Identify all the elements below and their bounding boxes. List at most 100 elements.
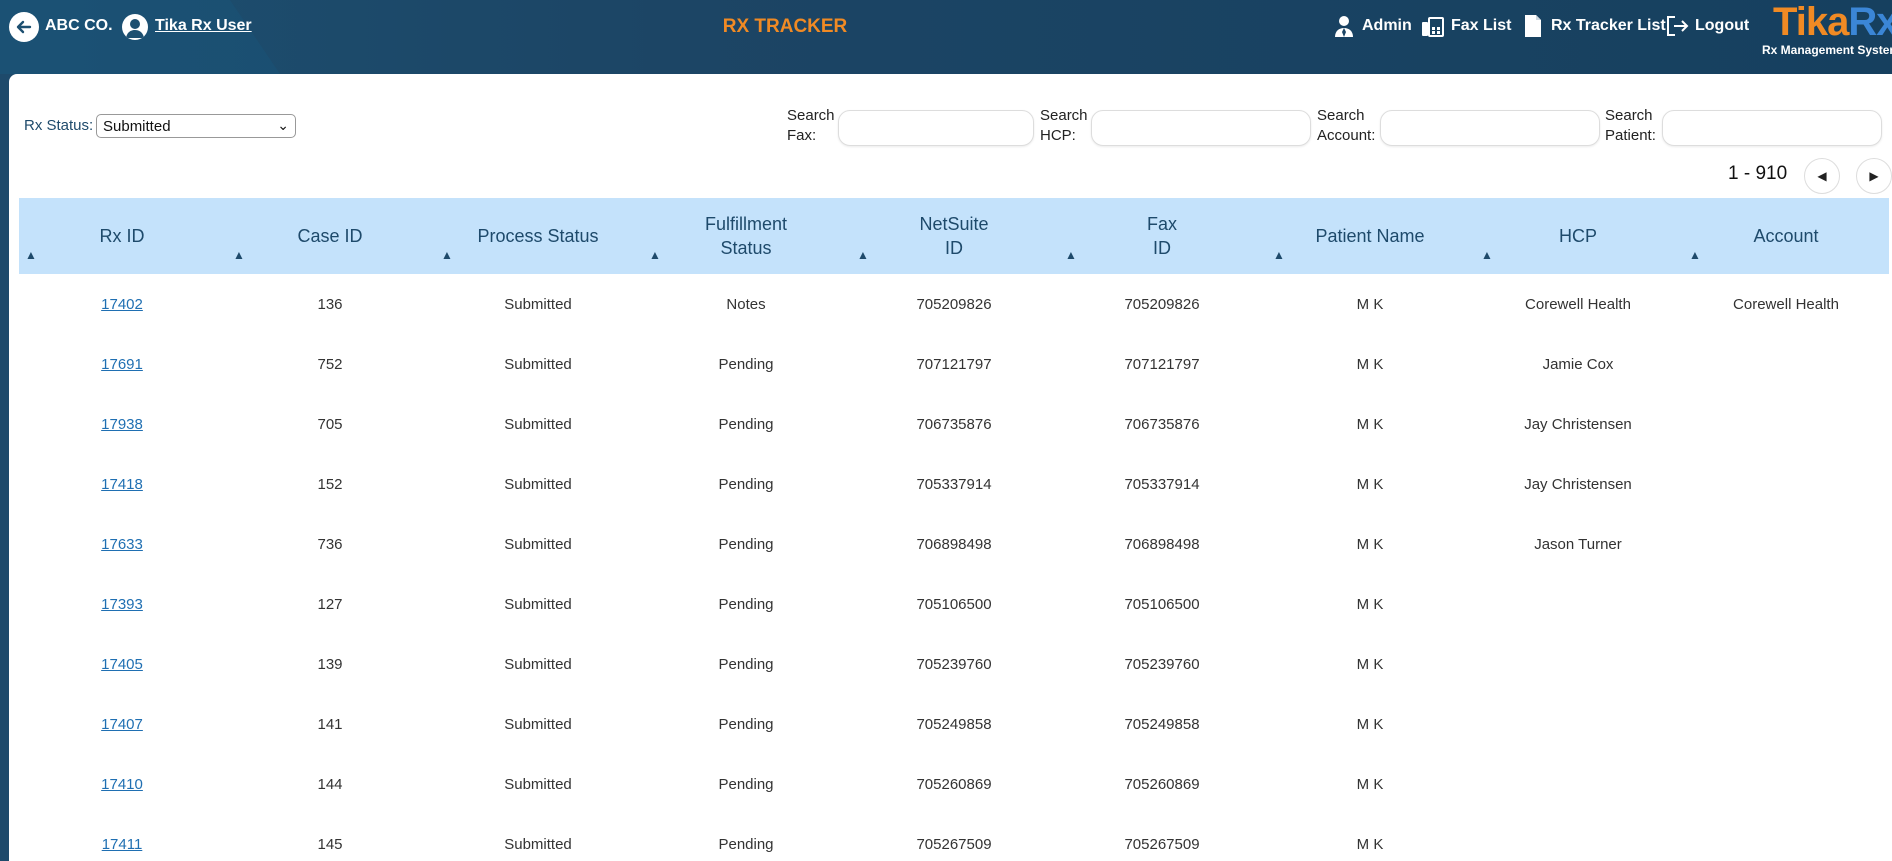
column-header-fax-id[interactable]: Fax ID bbox=[1107, 198, 1217, 274]
sort-ascending-icon[interactable]: ▲ bbox=[1065, 248, 1077, 262]
page-title: RX TRACKER bbox=[722, 16, 848, 37]
table-cell: M K bbox=[1356, 415, 1384, 433]
nav-fax-list[interactable]: Fax List bbox=[1421, 14, 1511, 38]
table-cell: Submitted bbox=[504, 355, 572, 373]
table-cell bbox=[1478, 574, 1678, 634]
table-cell: 145 bbox=[317, 835, 343, 853]
rx-id-link[interactable]: 17938 bbox=[22, 394, 222, 454]
sort-ascending-icon[interactable]: ▲ bbox=[857, 248, 869, 262]
rx-id-link[interactable]: 17405 bbox=[22, 634, 222, 694]
table-cell bbox=[1686, 334, 1886, 394]
rx-status-label: Rx Status: bbox=[24, 117, 94, 134]
table-cell: 136 bbox=[317, 295, 343, 313]
table-cell: 707121797 bbox=[916, 355, 992, 373]
table-cell: 705260869 bbox=[1124, 775, 1200, 793]
rx-status-value: Submitted bbox=[103, 117, 171, 135]
column-header-fulfillment-status[interactable]: Fulfillment Status bbox=[691, 198, 801, 274]
nav-admin[interactable]: Admin bbox=[1332, 14, 1412, 38]
sort-ascending-icon[interactable]: ▲ bbox=[1481, 248, 1493, 262]
back-arrow-icon[interactable] bbox=[9, 12, 39, 42]
sort-ascending-icon[interactable]: ▲ bbox=[25, 248, 37, 262]
table-cell: Pending bbox=[718, 415, 774, 433]
search-fax-input[interactable] bbox=[838, 110, 1034, 146]
table-row: 17418 152 Submitted Pending 705337914 7053379… bbox=[19, 454, 1889, 514]
table-cell: 706898498 bbox=[1124, 535, 1200, 553]
table-cell: 752 bbox=[317, 355, 343, 373]
table-cell: 705239760 bbox=[916, 655, 992, 673]
rx-id-link[interactable]: 17691 bbox=[22, 334, 222, 394]
document-icon bbox=[1525, 15, 1541, 37]
table-cell bbox=[1686, 694, 1886, 754]
table-cell: 144 bbox=[317, 775, 343, 793]
column-header-case-id[interactable]: Case ID bbox=[240, 198, 420, 274]
rx-id-link[interactable]: 17418 bbox=[22, 454, 222, 514]
table-row: 17402 136 Submitted Notes 705209826 705209826… bbox=[19, 274, 1889, 334]
table-cell: M K bbox=[1356, 535, 1384, 553]
fax-icon bbox=[1422, 17, 1444, 37]
table-cell: M K bbox=[1356, 655, 1384, 673]
chevron-down-icon: ⌄ bbox=[277, 117, 289, 133]
rx-id-link[interactable]: 17393 bbox=[22, 574, 222, 634]
table-cell bbox=[1478, 634, 1678, 694]
user-avatar-icon bbox=[122, 14, 148, 40]
column-header-patient-name[interactable]: Patient Name bbox=[1280, 198, 1460, 274]
rx-id-link[interactable]: 17411 bbox=[22, 814, 222, 861]
sort-ascending-icon[interactable]: ▲ bbox=[1273, 248, 1285, 262]
nav-admin-label: Admin bbox=[1362, 17, 1412, 34]
table-cell: Jay Christensen bbox=[1524, 415, 1632, 433]
table-cell bbox=[1478, 814, 1678, 861]
search-patient-input[interactable] bbox=[1662, 110, 1882, 146]
table-cell bbox=[1686, 814, 1886, 861]
table-cell: Corewell Health bbox=[1733, 295, 1839, 313]
table-cell: Jamie Cox bbox=[1542, 355, 1614, 373]
table-cell: Submitted bbox=[504, 415, 572, 433]
table-cell: Submitted bbox=[504, 535, 572, 553]
search-patient-label: Search Patient: bbox=[1605, 107, 1656, 144]
search-account-input[interactable] bbox=[1380, 110, 1600, 146]
table-row: 17393 127 Submitted Pending 705106500 7051065… bbox=[19, 574, 1889, 634]
user-name-link[interactable]: Tika Rx User bbox=[155, 17, 252, 35]
nav-logout-label: Logout bbox=[1695, 17, 1750, 34]
nav-rx-tracker-list[interactable]: Rx Tracker List bbox=[1521, 14, 1666, 38]
sort-ascending-icon[interactable]: ▲ bbox=[649, 248, 661, 262]
column-header-process-status[interactable]: Process Status bbox=[448, 198, 628, 274]
table-cell bbox=[1686, 634, 1886, 694]
rx-id-link[interactable]: 17407 bbox=[22, 694, 222, 754]
sort-ascending-icon[interactable]: ▲ bbox=[441, 248, 453, 262]
table-cell: 705209826 bbox=[1124, 295, 1200, 313]
table-row: 17411 145 Submitted Pending 705267509 7052675… bbox=[19, 814, 1889, 861]
table-cell bbox=[1686, 514, 1886, 574]
nav-logout[interactable]: Logout bbox=[1665, 14, 1749, 38]
column-header-hcp[interactable]: HCP bbox=[1488, 198, 1668, 274]
rx-status-select[interactable]: Submitted ⌄ bbox=[96, 114, 296, 138]
table-cell: Jay Christensen bbox=[1524, 475, 1632, 493]
table-header: Rx ID ▲ Case ID ▲ Process Status ▲ Fulfillment… bbox=[19, 198, 1889, 274]
table-row: 17691 752 Submitted Pending 707121797 7071217… bbox=[19, 334, 1889, 394]
rx-id-link[interactable]: 17402 bbox=[22, 274, 222, 334]
column-header-netsuite-id[interactable]: NetSuite ID bbox=[899, 198, 1009, 274]
sort-ascending-icon[interactable]: ▲ bbox=[233, 248, 245, 262]
table-cell: 705 bbox=[317, 415, 343, 433]
column-header-account[interactable]: Account bbox=[1696, 198, 1876, 274]
main-panel: Rx Status: Submitted ⌄ Search Fax: Searc… bbox=[9, 74, 1892, 861]
table-cell: 139 bbox=[317, 655, 343, 673]
sort-ascending-icon[interactable]: ▲ bbox=[1689, 248, 1701, 262]
rx-id-link[interactable]: 17633 bbox=[22, 514, 222, 574]
table-row: 17407 141 Submitted Pending 705249858 7052498… bbox=[19, 694, 1889, 754]
table-cell: 141 bbox=[317, 715, 343, 733]
table-cell: Notes bbox=[726, 295, 766, 313]
table-cell: Submitted bbox=[504, 595, 572, 613]
next-page-button[interactable]: ▶ bbox=[1856, 158, 1892, 194]
logout-icon bbox=[1667, 16, 1689, 36]
nav-rx-tracker-list-label: Rx Tracker List bbox=[1551, 17, 1666, 34]
table-cell: 705209826 bbox=[916, 295, 992, 313]
pagination-range: 1 - 910 bbox=[1728, 163, 1788, 184]
table-cell bbox=[1686, 454, 1886, 514]
prev-page-button[interactable]: ◀ bbox=[1804, 158, 1840, 194]
table-cell: M K bbox=[1356, 475, 1384, 493]
column-header-rx-id[interactable]: Rx ID bbox=[32, 198, 212, 274]
table-cell: Pending bbox=[718, 475, 774, 493]
rx-id-link[interactable]: 17410 bbox=[22, 754, 222, 814]
search-hcp-input[interactable] bbox=[1091, 110, 1311, 146]
table-cell: M K bbox=[1356, 775, 1384, 793]
